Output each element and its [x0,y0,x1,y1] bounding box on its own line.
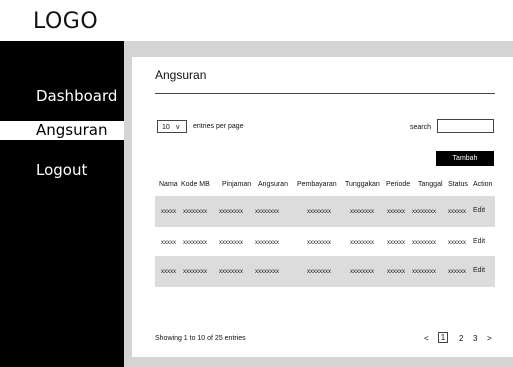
table-row: xxxxx xxxxxxxx xxxxxxxx xxxxxxxx xxxxxxx… [155,256,495,287]
column-header: Tunggakan [345,181,380,188]
edit-link[interactable]: Edit [473,207,485,215]
column-header: Pinjaman [222,181,252,188]
pagination-page-1[interactable]: 1 [438,332,448,343]
cell-angsuran: xxxxxxxx [255,209,279,215]
sidebar: Dashboard Angsuran Logout [0,41,124,367]
chevron-down-icon: v [176,124,180,131]
column-header: Pembayaran [297,181,337,188]
pagination-page-2[interactable]: 2 [459,333,463,345]
sidebar-item-label: Angsuran [36,121,108,139]
edit-link[interactable]: Edit [473,267,485,275]
column-header: Tanggal [418,181,443,188]
column-header: Periode [386,181,411,188]
cell-nama: xxxxx [161,269,176,275]
sidebar-item-logout[interactable]: Logout [36,161,87,179]
entries-per-page-select[interactable]: 10 v [157,120,187,133]
cell-periode: xxxxxx [387,269,405,275]
table-row: xxxxx xxxxxxxx xxxxxxxx xxxxxxxx xxxxxxx… [155,196,495,227]
cell-pembayaran: xxxxxxxx [307,269,331,275]
cell-nama: xxxxx [161,240,176,246]
cell-pembayaran: xxxxxxxx [307,209,331,215]
cell-kode-mb: xxxxxxxx [183,240,207,246]
cell-pinjaman: xxxxxxxx [219,209,243,215]
cell-kode-mb: xxxxxxxx [183,269,207,275]
column-header: Kode MB [181,181,210,188]
pagination-prev[interactable]: < [424,333,429,345]
cell-pinjaman: xxxxxxxx [219,269,243,275]
search-input[interactable] [437,119,494,133]
cell-status: xxxxxx [448,209,466,215]
cell-status: xxxxxx [448,269,466,275]
logo: LOGO [33,9,99,34]
cell-status: xxxxxx [448,240,466,246]
pagination-info: Showing 1 to 10 of 25 entries [155,335,246,342]
cell-angsuran: xxxxxxxx [255,269,279,275]
column-header: Angsuran [258,181,288,188]
page-title: Angsuran [155,68,207,82]
cell-nama: xxxxx [161,209,176,215]
add-button[interactable]: Tambah [436,151,494,166]
title-divider [155,93,495,94]
cell-pembayaran: xxxxxxxx [307,240,331,246]
cell-tanggal: xxxxxxxx [412,269,436,275]
column-header: Nama [159,181,178,188]
cell-tanggal: xxxxxxxx [412,240,436,246]
cell-tanggal: xxxxxxxx [412,209,436,215]
column-header: Action [473,181,493,188]
pagination-page-3[interactable]: 3 [473,333,477,345]
sidebar-item-dashboard[interactable]: Dashboard [36,87,117,105]
cell-periode: xxxxxx [387,209,405,215]
column-header: Status [448,181,468,188]
cell-kode-mb: xxxxxxxx [183,209,207,215]
table-row: xxxxx xxxxxxxx xxxxxxxx xxxxxxxx xxxxxxx… [155,227,495,258]
search-label: search [410,124,432,131]
cell-tunggakan: xxxxxxxx [350,240,374,246]
cell-tunggakan: xxxxxxxx [350,209,374,215]
cell-pinjaman: xxxxxxxx [219,240,243,246]
cell-angsuran: xxxxxxxx [255,240,279,246]
sidebar-item-angsuran[interactable]: Angsuran [0,121,124,140]
edit-link[interactable]: Edit [473,238,485,246]
cell-tunggakan: xxxxxxxx [350,269,374,275]
pagination-next[interactable]: > [487,333,492,345]
entries-value: 10 [162,124,170,131]
entries-label: entries per page [193,123,244,130]
cell-periode: xxxxxx [387,240,405,246]
